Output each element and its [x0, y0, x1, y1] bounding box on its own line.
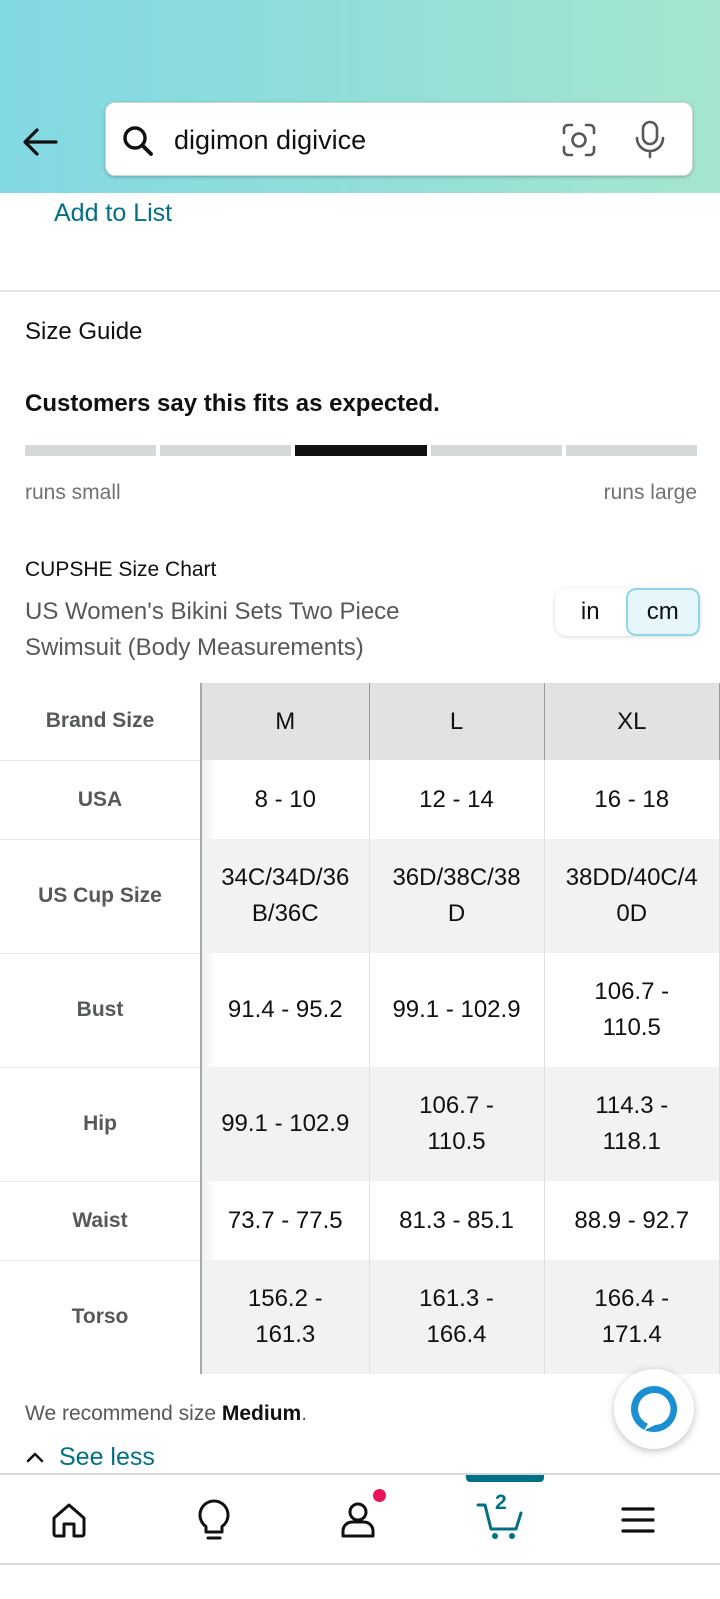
table-cell: 34C/34D/36B/36C: [201, 839, 370, 953]
bottom-nav-bar: 2: [0, 1473, 720, 1563]
table-row: Torso 156.2 - 161.3 161.3 - 166.4 166.4 …: [0, 1260, 720, 1374]
nav-menu[interactable]: [598, 1475, 678, 1565]
size-recommendation: We recommend size Medium.: [25, 1402, 307, 1426]
app-header: digimon digivice: [0, 0, 720, 193]
lightbulb-icon: [198, 1499, 230, 1540]
microphone-icon[interactable]: [632, 119, 668, 159]
table-row-header: Hip: [0, 1067, 202, 1182]
system-divider: [0, 1563, 720, 1565]
table-cell: 166.4 - 171.4: [544, 1260, 720, 1374]
table-row-header: Brand Size: [0, 683, 202, 761]
table-cell: 156.2 - 161.3: [201, 1260, 370, 1374]
unit-toggle: in cm: [555, 588, 700, 636]
fit-statement: Customers say this fits as expected.: [25, 390, 440, 417]
search-input[interactable]: digimon digivice: [174, 125, 366, 156]
table-cell: 36D/38C/38D: [369, 839, 545, 953]
table-cell: 99.1 - 102.9: [201, 1067, 370, 1181]
size-chart-description: US Women's Bikini Sets Two Piece Swimsui…: [25, 598, 400, 661]
nav-account[interactable]: [318, 1475, 398, 1565]
fit-scale-segment: [565, 445, 698, 456]
menu-icon: [621, 1507, 655, 1533]
table-cell: 38DD/40C/40D: [544, 839, 720, 953]
fit-scale: [25, 445, 698, 456]
see-less-label: See less: [59, 1442, 155, 1471]
fit-scale-segment-active: [295, 445, 427, 456]
table-row: USA 8 - 10 12 - 14 16 - 18: [0, 760, 720, 840]
recommendation-prefix: We recommend size: [25, 1402, 222, 1425]
recommended-size: Medium: [221, 1402, 302, 1425]
add-to-list-link[interactable]: Add to List: [54, 199, 172, 228]
search-bar[interactable]: digimon digivice: [105, 102, 693, 176]
nav-home[interactable]: [29, 1475, 109, 1565]
table-cell: 16 - 18: [544, 760, 720, 839]
runs-small-label: runs small: [25, 481, 121, 504]
table-row-header: US Cup Size: [0, 839, 202, 954]
table-cell: 91.4 - 95.2: [201, 953, 370, 1067]
fit-scale-segment: [25, 445, 157, 456]
see-less-toggle[interactable]: See less: [25, 1439, 155, 1475]
table-row: Hip 99.1 - 102.9 106.7 - 110.5 114.3 - 1…: [0, 1067, 720, 1182]
table-row-header: Bust: [0, 953, 202, 1068]
nav-inspire[interactable]: [174, 1475, 254, 1565]
table-column-header: L: [369, 683, 545, 760]
alexa-icon: [631, 1386, 677, 1432]
camera-scan-icon[interactable]: [560, 121, 598, 159]
fit-scale-segment: [160, 445, 292, 456]
runs-large-label: runs large: [603, 481, 697, 504]
table-cell: 99.1 - 102.9: [369, 953, 545, 1067]
table-row: Waist 73.7 - 77.5 81.3 - 85.1 88.9 - 92.…: [0, 1181, 720, 1261]
chevron-up-icon: [26, 1452, 44, 1463]
unit-option-cm[interactable]: cm: [625, 588, 700, 636]
back-arrow-icon[interactable]: [18, 120, 62, 164]
account-icon: [341, 1502, 375, 1538]
size-guide-title: Size Guide: [25, 318, 143, 345]
cart-count-badge: 2: [495, 1491, 507, 1514]
recommendation-suffix: .: [301, 1402, 308, 1425]
table-cell: 106.7 - 110.5: [369, 1067, 545, 1181]
table-column-header: M: [201, 683, 370, 760]
fit-scale-segment: [430, 445, 562, 456]
table-cell: 161.3 - 166.4: [369, 1260, 545, 1374]
size-chart-table: Brand Size M L XL USA 8 - 10 12 - 14 16 …: [0, 683, 720, 1374]
table-cell: 8 - 10: [201, 760, 370, 839]
alexa-button[interactable]: [614, 1369, 694, 1449]
table-cell: 106.7 - 110.5: [544, 953, 720, 1067]
section-divider: [0, 290, 720, 292]
unit-option-in[interactable]: in: [555, 588, 626, 636]
table-cell: 88.9 - 92.7: [544, 1181, 720, 1260]
table-cell: 73.7 - 77.5: [201, 1181, 370, 1260]
nav-cart[interactable]: 2: [461, 1475, 541, 1565]
table-row: Bust 91.4 - 95.2 99.1 - 102.9 106.7 - 11…: [0, 953, 720, 1068]
table-row-header: Torso: [0, 1260, 202, 1374]
table-cell: 114.3 - 118.1: [544, 1067, 720, 1181]
search-icon: [123, 126, 153, 156]
table-cell: 81.3 - 85.1: [369, 1181, 545, 1260]
size-chart-brand-title: CUPSHE Size Chart: [25, 558, 217, 581]
home-icon: [52, 1503, 86, 1538]
table-cell: 12 - 14: [369, 760, 545, 839]
table-row-header: USA: [0, 760, 202, 840]
notification-dot: [373, 1489, 386, 1502]
table-header-row: Brand Size M L XL: [0, 683, 720, 761]
table-row-header: Waist: [0, 1181, 202, 1261]
table-row: US Cup Size 34C/34D/36B/36C 36D/38C/38D …: [0, 839, 720, 954]
table-column-header: XL: [544, 683, 720, 760]
